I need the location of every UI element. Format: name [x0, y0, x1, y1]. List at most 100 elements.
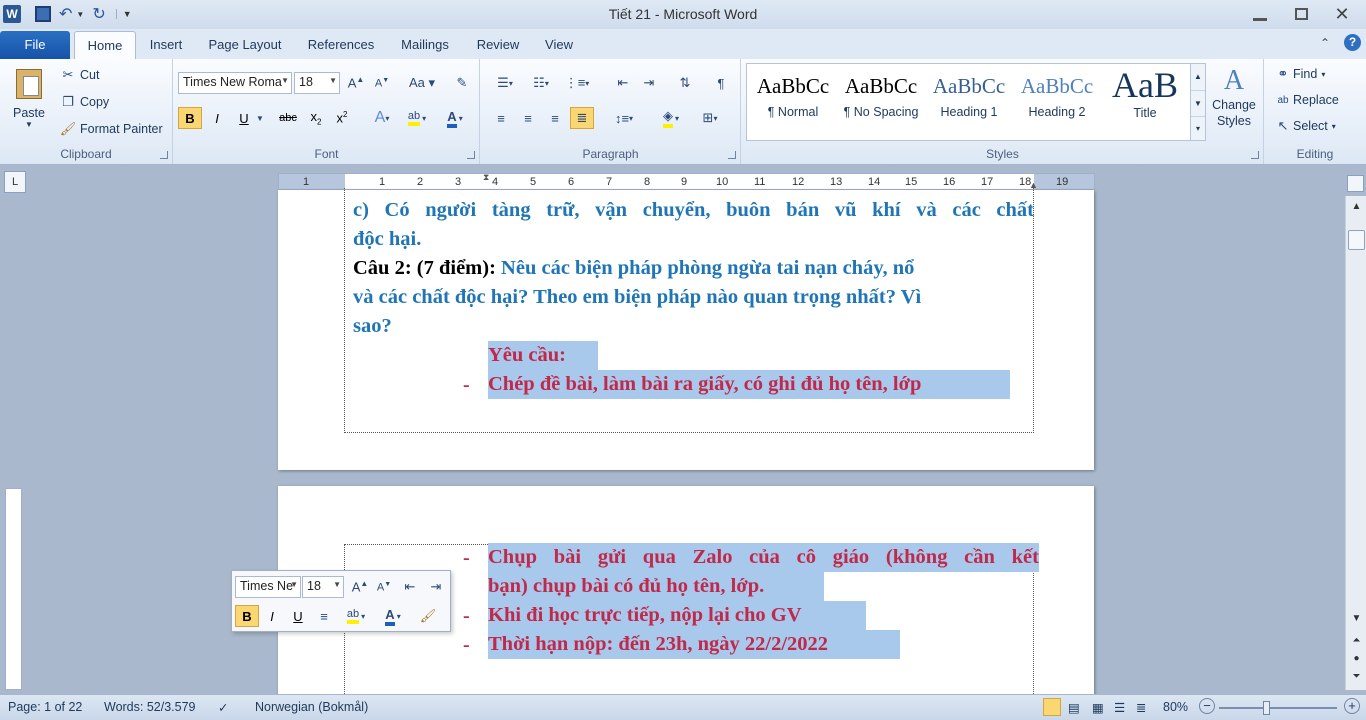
font-size-combo[interactable]: 18 ▼	[294, 72, 340, 94]
indent-marker-icon[interactable]: ⧗	[483, 172, 489, 183]
zoom-slider[interactable]	[1219, 701, 1337, 715]
outline-icon[interactable]: ☰	[1114, 700, 1125, 715]
shading-button[interactable]: ◈ ▾	[653, 107, 689, 129]
word-count[interactable]: Words: 52/3.579	[104, 700, 196, 714]
language[interactable]: Norwegian (Bokmål)	[255, 700, 368, 714]
find-button[interactable]: ⚭ Find ▾	[1273, 63, 1326, 85]
mini-bold-button[interactable]: B	[235, 605, 259, 627]
tab-review[interactable]: Review	[470, 31, 526, 59]
mini-increase-indent-button[interactable]: ⇥	[424, 576, 448, 598]
scroll-up-icon[interactable]: ▲	[1191, 64, 1205, 90]
style-normal[interactable]: AaBbCc ¶ Normal	[749, 68, 837, 136]
paste-button[interactable]: Paste ▼	[6, 65, 52, 141]
restore-button[interactable]	[1281, 2, 1321, 26]
increase-indent-button[interactable]: ⇥	[637, 72, 661, 94]
superscript-button[interactable]: x2	[330, 107, 354, 129]
strikethrough-button[interactable]: abc	[274, 107, 302, 129]
scroll-down-icon[interactable]: ▼	[1191, 90, 1205, 116]
copy-button[interactable]: ❐ Copy	[58, 91, 109, 113]
cut-button[interactable]: ✂ Cut	[58, 64, 100, 86]
mini-center-button[interactable]: ≡	[312, 605, 336, 627]
browse-object-icon[interactable]: ●	[1348, 650, 1365, 667]
line-spacing-button[interactable]: ↕≡ ▾	[607, 107, 641, 129]
tab-view[interactable]: View	[536, 31, 582, 59]
full-screen-reading-icon[interactable]: ▤	[1068, 700, 1080, 715]
minimize-button[interactable]	[1240, 2, 1280, 26]
style-heading-1[interactable]: AaBbCc Heading 1	[925, 68, 1013, 136]
tab-references[interactable]: References	[298, 31, 384, 59]
vertical-scrollbar[interactable]: ▲ ▼ ⏶ ● ⏷	[1345, 196, 1366, 690]
tab-insert[interactable]: Insert	[140, 31, 192, 59]
text-effects-button[interactable]: A ▾	[366, 107, 398, 129]
zoom-level[interactable]: 80%	[1163, 700, 1188, 714]
clipboard-launcher-icon[interactable]	[160, 151, 168, 159]
decrease-indent-button[interactable]: ⇤	[611, 72, 635, 94]
mini-decrease-indent-button[interactable]: ⇤	[398, 576, 422, 598]
proofing-icon[interactable]: ✓	[218, 700, 228, 715]
print-layout-icon[interactable]	[1043, 698, 1061, 716]
mini-format-painter-button[interactable]: 🖌	[416, 605, 440, 627]
highlight-button[interactable]: ab ▾	[400, 107, 434, 129]
tab-selector[interactable]: L	[4, 171, 26, 193]
align-center-button[interactable]: ≡	[516, 107, 540, 129]
mini-underline-button[interactable]: U	[286, 605, 310, 627]
mini-font-size-combo[interactable]: 18 ▼	[302, 576, 344, 598]
mini-font-name-combo[interactable]: Times Ne ▼	[235, 576, 301, 598]
tab-home[interactable]: Home	[74, 31, 136, 59]
web-layout-icon[interactable]: ▦	[1092, 700, 1104, 715]
justify-button[interactable]: ≣	[570, 107, 594, 129]
style-no-spacing[interactable]: AaBbCc ¶ No Spacing	[837, 68, 925, 136]
grow-font-button[interactable]: A▲	[344, 72, 368, 94]
bold-button[interactable]: B	[178, 107, 202, 129]
change-styles-button[interactable]: A Change Styles	[1208, 65, 1260, 143]
clear-formatting-button[interactable]: ✎	[450, 72, 474, 94]
tab-mailings[interactable]: Mailings	[392, 31, 458, 59]
borders-button[interactable]: ⊞ ▾	[693, 107, 727, 129]
numbering-button[interactable]: ☷ ▾	[525, 72, 557, 94]
font-launcher-icon[interactable]	[467, 151, 475, 159]
close-button[interactable]: ✕	[1322, 2, 1362, 26]
scroll-up-arrow-icon[interactable]: ▲	[1348, 198, 1365, 215]
font-name-combo[interactable]: Times New Roma ▼	[178, 72, 292, 94]
vertical-ruler[interactable]	[5, 488, 22, 690]
mini-highlight-button[interactable]: ab ▾	[338, 605, 374, 627]
align-left-button[interactable]: ≡	[489, 107, 513, 129]
subscript-button[interactable]: x2	[304, 107, 328, 129]
italic-button[interactable]: I	[205, 107, 229, 129]
show-marks-button[interactable]: ¶	[709, 72, 733, 94]
mini-font-color-button[interactable]: A ▾	[376, 605, 410, 627]
previous-page-icon[interactable]: ⏶	[1348, 632, 1365, 649]
select-button[interactable]: ↖ Select ▾	[1273, 115, 1336, 137]
align-right-button[interactable]: ≡	[543, 107, 567, 129]
underline-button[interactable]: U	[232, 107, 256, 129]
page-count[interactable]: Page: 1 of 22	[8, 700, 82, 714]
bullets-button[interactable]: ☰ ▾	[489, 72, 521, 94]
scroll-thumb[interactable]	[1348, 230, 1365, 250]
format-painter-button[interactable]: 🖌 Format Painter	[58, 118, 163, 140]
mini-italic-button[interactable]: I	[260, 605, 284, 627]
next-page-icon[interactable]: ⏷	[1348, 668, 1365, 685]
replace-button[interactable]: ab Replace	[1273, 89, 1338, 111]
help-icon[interactable]: ?	[1344, 34, 1361, 51]
more-styles-icon[interactable]: ▾	[1191, 116, 1205, 140]
shrink-font-button[interactable]: A▼	[370, 72, 394, 94]
style-heading-2[interactable]: AaBbCc Heading 2	[1013, 68, 1101, 136]
zoom-out-icon[interactable]: −	[1199, 698, 1215, 714]
zoom-in-icon[interactable]: +	[1344, 698, 1360, 714]
minimize-ribbon-icon[interactable]: ⌃	[1320, 36, 1330, 50]
styles-launcher-icon[interactable]	[1251, 151, 1259, 159]
sort-button[interactable]: ⇅	[673, 72, 697, 94]
underline-dropdown[interactable]: ▼	[254, 107, 266, 129]
font-color-button[interactable]: A ▾	[438, 107, 472, 129]
mini-shrink-font-button[interactable]: A▼	[372, 576, 396, 598]
view-ruler-toggle-icon[interactable]	[1347, 175, 1364, 192]
draft-icon[interactable]: ≣	[1136, 700, 1146, 715]
tab-page-layout[interactable]: Page Layout	[200, 31, 290, 59]
scroll-down-arrow-icon[interactable]: ▼	[1348, 610, 1365, 627]
tab-file[interactable]: File	[0, 31, 70, 59]
style-title[interactable]: AaB Title	[1101, 65, 1189, 136]
zoom-slider-thumb[interactable]	[1263, 701, 1270, 715]
multilevel-list-button[interactable]: ⋮≡ ▾	[561, 72, 593, 94]
paragraph-launcher-icon[interactable]	[728, 151, 736, 159]
mini-grow-font-button[interactable]: A▲	[348, 576, 372, 598]
